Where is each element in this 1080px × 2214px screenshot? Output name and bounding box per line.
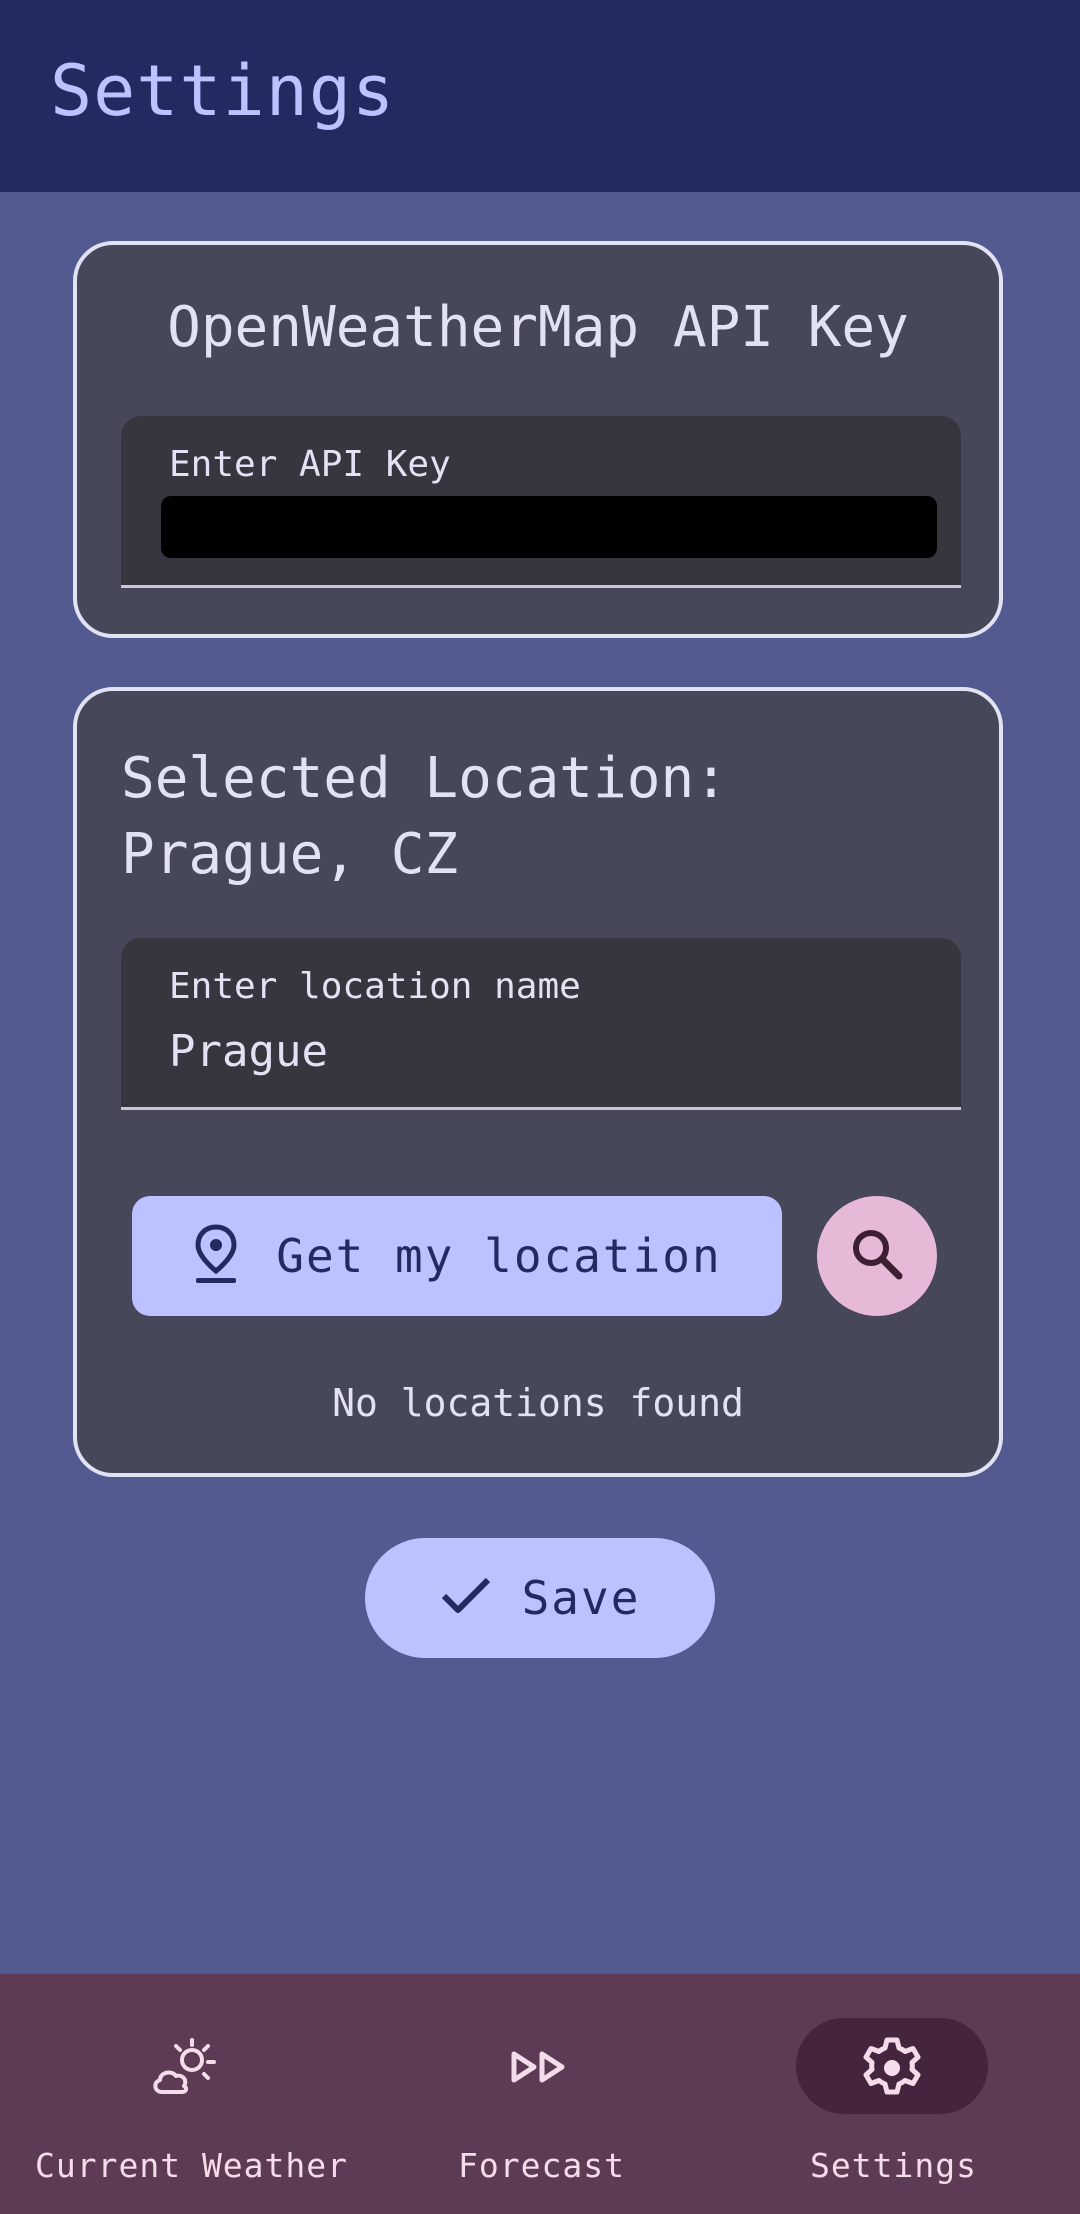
get-my-location-button[interactable]: Get my location [132,1196,782,1316]
api-key-value-redacted[interactable] [161,496,937,558]
get-my-location-label: Get my location [276,1229,722,1283]
nav-item-current-weather[interactable]: Current Weather [0,1974,372,2214]
fast-forward-icon [508,2036,572,2102]
partly-cloudy-icon [150,2036,222,2102]
save-button-label: Save [521,1571,641,1625]
selected-location-heading: Selected Location: [121,746,728,811]
save-button[interactable]: Save [365,1538,715,1658]
check-icon [440,1576,492,1620]
location-card: Selected Location: Prague, CZ Enter loca… [73,687,1003,1477]
search-button[interactable] [817,1196,937,1316]
app-bar: Settings [0,0,1080,192]
selected-location-value: Prague, CZ [121,822,459,887]
location-name-field[interactable]: Enter location name Prague [121,938,961,1110]
api-key-card: OpenWeatherMap API Key Enter API Key [73,241,1003,638]
gear-icon [860,2036,924,2104]
nav-item-settings[interactable]: Settings [708,1974,1080,2214]
nav-label-forecast: Forecast [458,2146,625,2185]
location-name-input-value[interactable]: Prague [169,1026,328,1077]
page-title: Settings [50,50,396,132]
api-key-card-title: OpenWeatherMap API Key [167,295,909,360]
nav-item-forecast[interactable]: Forecast [372,1974,708,2214]
api-key-field[interactable]: Enter API Key [121,416,961,588]
bottom-navigation: Current Weather Forecast Settings [0,1974,1080,2214]
nav-label-current-weather: Current Weather [35,2146,349,2185]
location-name-field-label: Enter location name [169,966,581,1007]
api-key-field-label: Enter API Key [169,444,451,485]
search-icon [849,1226,905,1286]
location-pin-icon [192,1223,240,1289]
nav-label-settings: Settings [810,2146,977,2185]
selected-location-title: Selected Location: Prague, CZ [121,741,959,893]
no-locations-message: No locations found [332,1381,744,1425]
